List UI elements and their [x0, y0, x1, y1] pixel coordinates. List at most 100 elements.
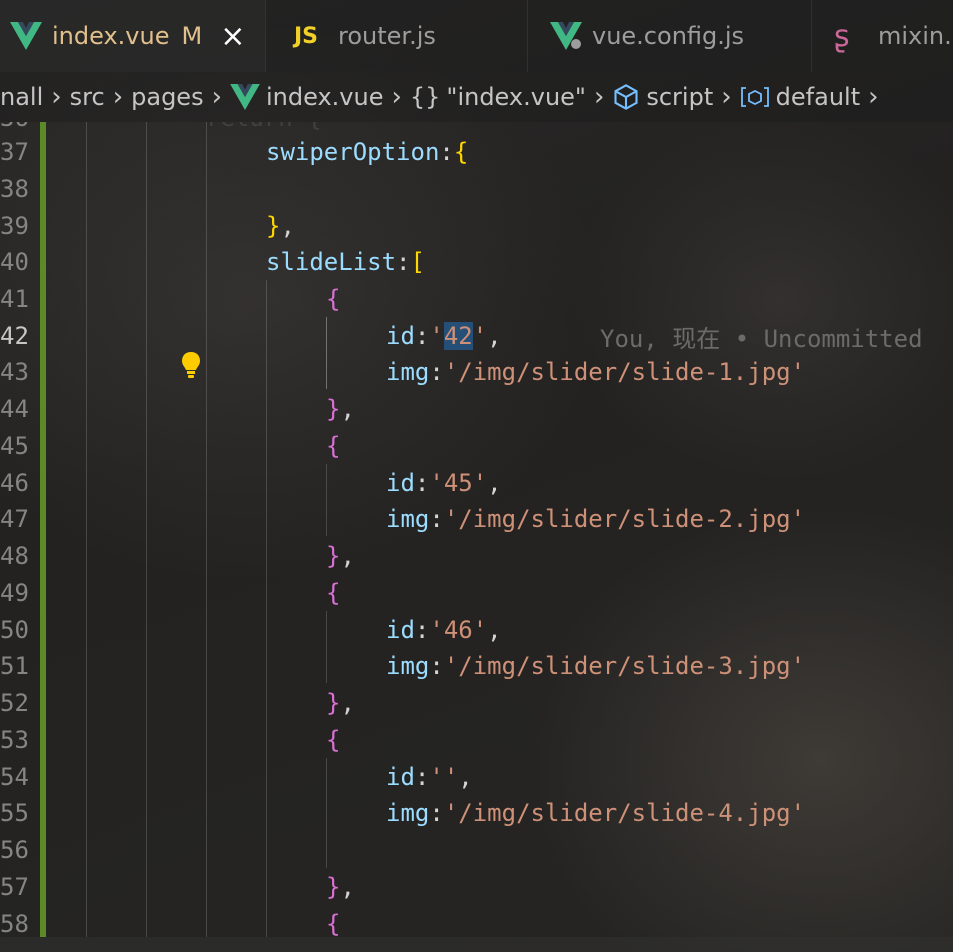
code-line: 46 id:'45',: [0, 465, 953, 502]
line-number: 50: [0, 616, 29, 645]
line-number: 40: [0, 248, 29, 277]
breadcrumb-item[interactable]: nall: [0, 83, 43, 111]
line-number: 48: [0, 542, 29, 571]
code-line: 53 {: [0, 722, 953, 759]
tab-label: vue.config.js: [592, 22, 745, 50]
modified-badge: M: [181, 22, 203, 50]
chevron-right-icon: ›: [721, 82, 732, 112]
vue-icon: [10, 22, 42, 50]
code-text: {: [326, 910, 341, 939]
chevron-right-icon: ›: [868, 82, 879, 112]
line-number: 58: [0, 910, 29, 939]
code-line-current: 42 id:'42', You, 现在 • Uncommitted: [0, 318, 953, 378]
code-text: },: [326, 542, 355, 571]
code-line: 50 id:'46',: [0, 612, 953, 649]
code-line: 38: [0, 171, 953, 208]
code-line: 52 },: [0, 685, 953, 722]
chevron-right-icon: ›: [593, 82, 605, 112]
line-number: 37: [0, 138, 29, 167]
code-line: 43 img:'/img/slider/slide-1.jpg': [0, 354, 953, 391]
code-text: img:'/img/slider/slide-2.jpg': [386, 505, 806, 534]
horizontal-scrollbar[interactable]: [0, 937, 953, 952]
line-number: 42: [0, 322, 29, 351]
tab-index-vue[interactable]: index.vue M ×: [0, 0, 266, 72]
code-text: id:'45',: [386, 469, 502, 498]
breadcrumb-item[interactable]: pages: [131, 83, 203, 111]
breadcrumb-item[interactable]: default: [776, 83, 860, 111]
chevron-right-icon: ›: [51, 82, 62, 112]
git-blame-annotation: You, 现在 • Uncommitted: [600, 324, 923, 353]
line-number: 49: [0, 579, 29, 608]
code-text: },: [326, 689, 355, 718]
line-number: 38: [0, 175, 29, 204]
code-text: img:'/img/slider/slide-4.jpg': [386, 799, 806, 828]
editor-tabs: index.vue M × JS router.js vue.config.js…: [0, 0, 953, 72]
code-line: 51 img:'/img/slider/slide-3.jpg': [0, 648, 953, 685]
code-text: {: [326, 285, 341, 314]
tab-mixin[interactable]: ʂ mixin.: [812, 0, 953, 72]
tab-label: router.js: [338, 22, 436, 50]
code-line: 47 img:'/img/slider/slide-2.jpg': [0, 501, 953, 538]
code-text: img:'/img/slider/slide-1.jpg': [386, 358, 806, 387]
line-number: 36: [0, 122, 30, 132]
code-text: id:'42',: [386, 322, 502, 351]
line-number: 41: [0, 285, 29, 314]
line-number: 44: [0, 395, 29, 424]
code-line: 39 },: [0, 208, 953, 245]
code-line: 37 swiperOption:{: [0, 134, 953, 171]
line-number: 47: [0, 505, 29, 534]
code-line: 45 {: [0, 428, 953, 465]
code-text: id:'46',: [386, 616, 502, 645]
cube-icon: [612, 83, 640, 111]
close-icon[interactable]: ×: [220, 19, 245, 54]
code-text: {: [326, 726, 341, 755]
chevron-right-icon: ›: [112, 82, 124, 112]
code-text: },: [326, 873, 355, 902]
code-text: img:'/img/slider/slide-3.jpg': [386, 652, 806, 681]
braces-icon: {}: [409, 83, 441, 111]
chevron-right-icon: ›: [391, 82, 402, 112]
tab-vue-config-js[interactable]: vue.config.js: [528, 0, 812, 72]
line-number: 56: [0, 836, 29, 865]
sass-icon: ʂ: [834, 18, 850, 54]
code-line: 44 },: [0, 391, 953, 428]
breadcrumb-item[interactable]: script: [646, 83, 713, 111]
line-number: 45: [0, 432, 29, 461]
line-number: 54: [0, 763, 29, 792]
js-icon: JS: [294, 23, 319, 49]
code-text: swiperOption:{: [266, 138, 469, 167]
breadcrumb: nall › src › pages › index.vue › {} "ind…: [0, 72, 953, 122]
code-text: },: [326, 395, 355, 424]
chevron-right-icon: ›: [211, 82, 222, 112]
vue-config-icon: [550, 22, 582, 50]
code-editor[interactable]: 36 return { 37 swiperOption:{ 38 39 }, 4…: [0, 122, 953, 952]
code-text: slideList:[: [266, 248, 425, 277]
code-line: 55 img:'/img/slider/slide-4.jpg': [0, 795, 953, 832]
line-number: 53: [0, 726, 29, 755]
breadcrumb-item[interactable]: src: [70, 83, 105, 111]
tab-label: mixin.: [878, 22, 952, 50]
code-line: 56: [0, 832, 953, 869]
tab-router-js[interactable]: JS router.js: [266, 0, 528, 72]
line-number: 52: [0, 689, 29, 718]
code-text: },: [266, 212, 295, 241]
code-line: 41 {: [0, 281, 953, 318]
variable-icon: [740, 84, 770, 110]
line-number: 39: [0, 212, 29, 241]
breadcrumb-item[interactable]: "index.vue": [446, 83, 586, 111]
tab-label: index.vue: [52, 22, 170, 50]
code-line: 48 },: [0, 538, 953, 575]
line-number: 57: [0, 873, 29, 902]
code-text: {: [326, 579, 341, 608]
line-number: 55: [0, 799, 29, 828]
breadcrumb-item[interactable]: index.vue: [266, 83, 383, 111]
line-number: 51: [0, 652, 29, 681]
line-number: 46: [0, 469, 29, 498]
code-text: id:'',: [386, 763, 473, 792]
code-line: 57 },: [0, 869, 953, 906]
code-line: 54 id:'',: [0, 759, 953, 796]
line-number: 43: [0, 358, 29, 387]
vue-icon: [230, 84, 260, 110]
code-text: {: [326, 432, 341, 461]
code-line: 49 {: [0, 575, 953, 612]
